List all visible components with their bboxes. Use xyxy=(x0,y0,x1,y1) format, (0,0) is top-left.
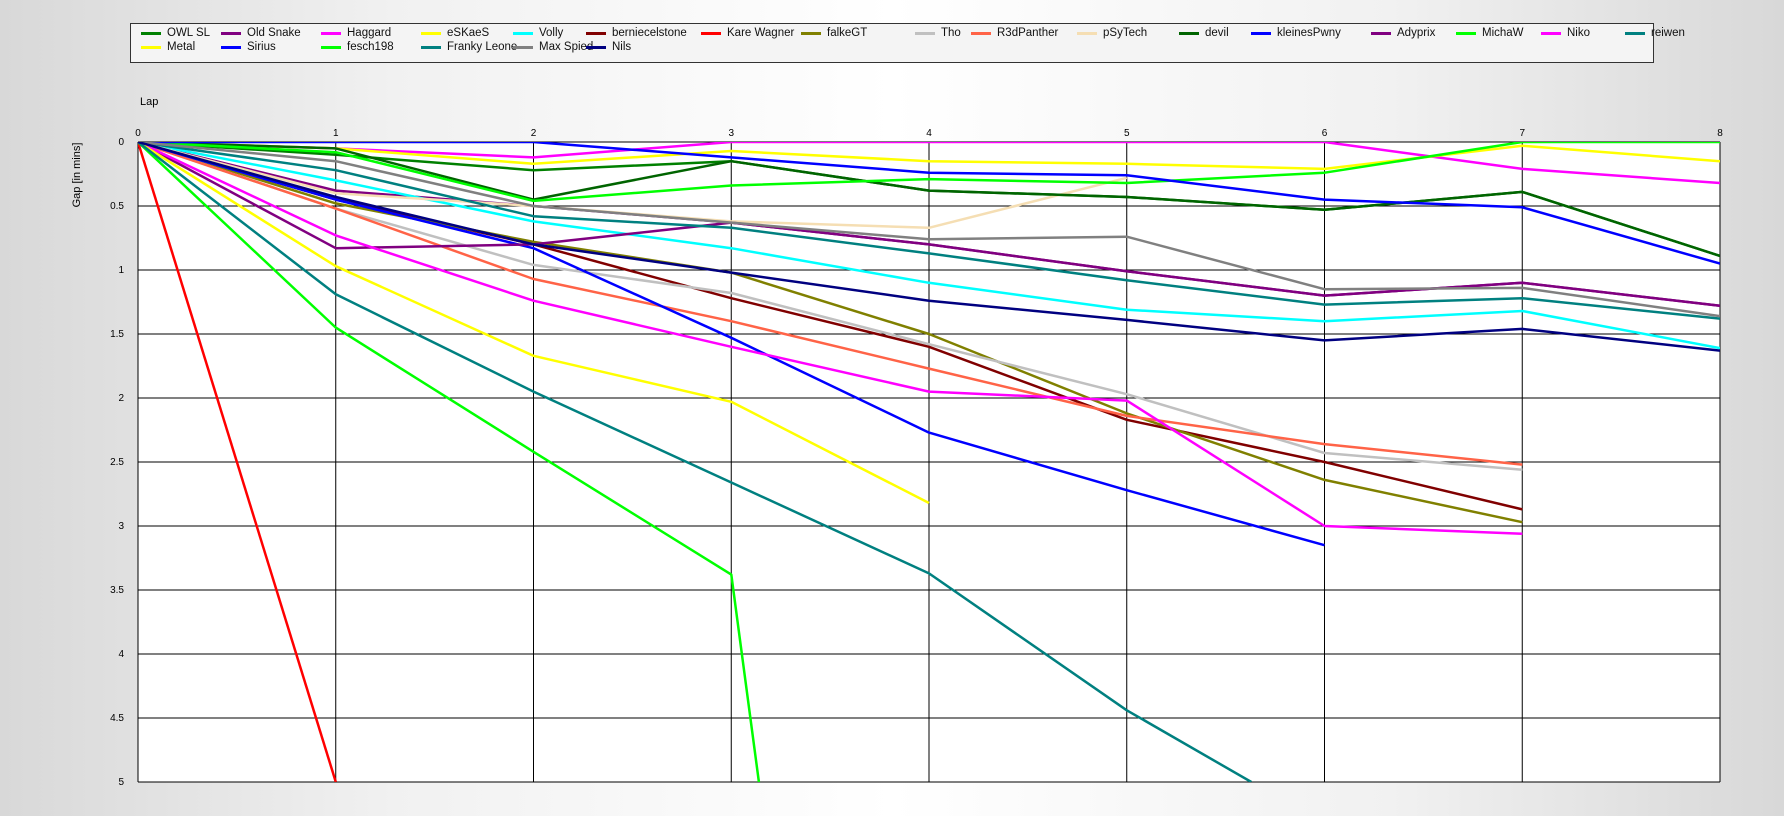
y-tick-label: 3.5 xyxy=(110,585,124,596)
x-tick-label: 0 xyxy=(135,128,141,139)
line-chart: 0 1 2 3 4 5 6 7 8 0 0.5 1 1.5 2 2.5 3 3.5 4 4.5 5 Lap Gap [… xyxy=(71,96,1723,788)
y-tick-label: 3 xyxy=(118,521,124,532)
x-tick-label: 3 xyxy=(728,128,734,139)
x-tick-label: 8 xyxy=(1717,128,1723,139)
y-tick-label: 0 xyxy=(118,137,124,148)
y-tick-label: 0.5 xyxy=(110,201,124,212)
y-axis-label: Gap [in mins] xyxy=(71,143,83,208)
x-tick-label: 7 xyxy=(1519,128,1525,139)
x-tick-label: 4 xyxy=(926,128,932,139)
y-tick-label: 4.5 xyxy=(110,713,124,724)
y-tick-label: 5 xyxy=(118,777,124,788)
x-tick-label: 5 xyxy=(1124,128,1130,139)
y-tick-label: 1.5 xyxy=(110,329,124,340)
y-tick-label: 2 xyxy=(118,393,124,404)
y-tick-label: 2.5 xyxy=(110,457,124,468)
x-axis-label: Lap xyxy=(140,96,158,108)
x-tick-label: 1 xyxy=(333,128,339,139)
grid xyxy=(137,141,1721,783)
y-tick-label: 4 xyxy=(118,649,124,660)
x-tick-label: 6 xyxy=(1322,128,1328,139)
y-tick-label: 1 xyxy=(118,265,124,276)
x-tick-label: 2 xyxy=(531,128,537,139)
